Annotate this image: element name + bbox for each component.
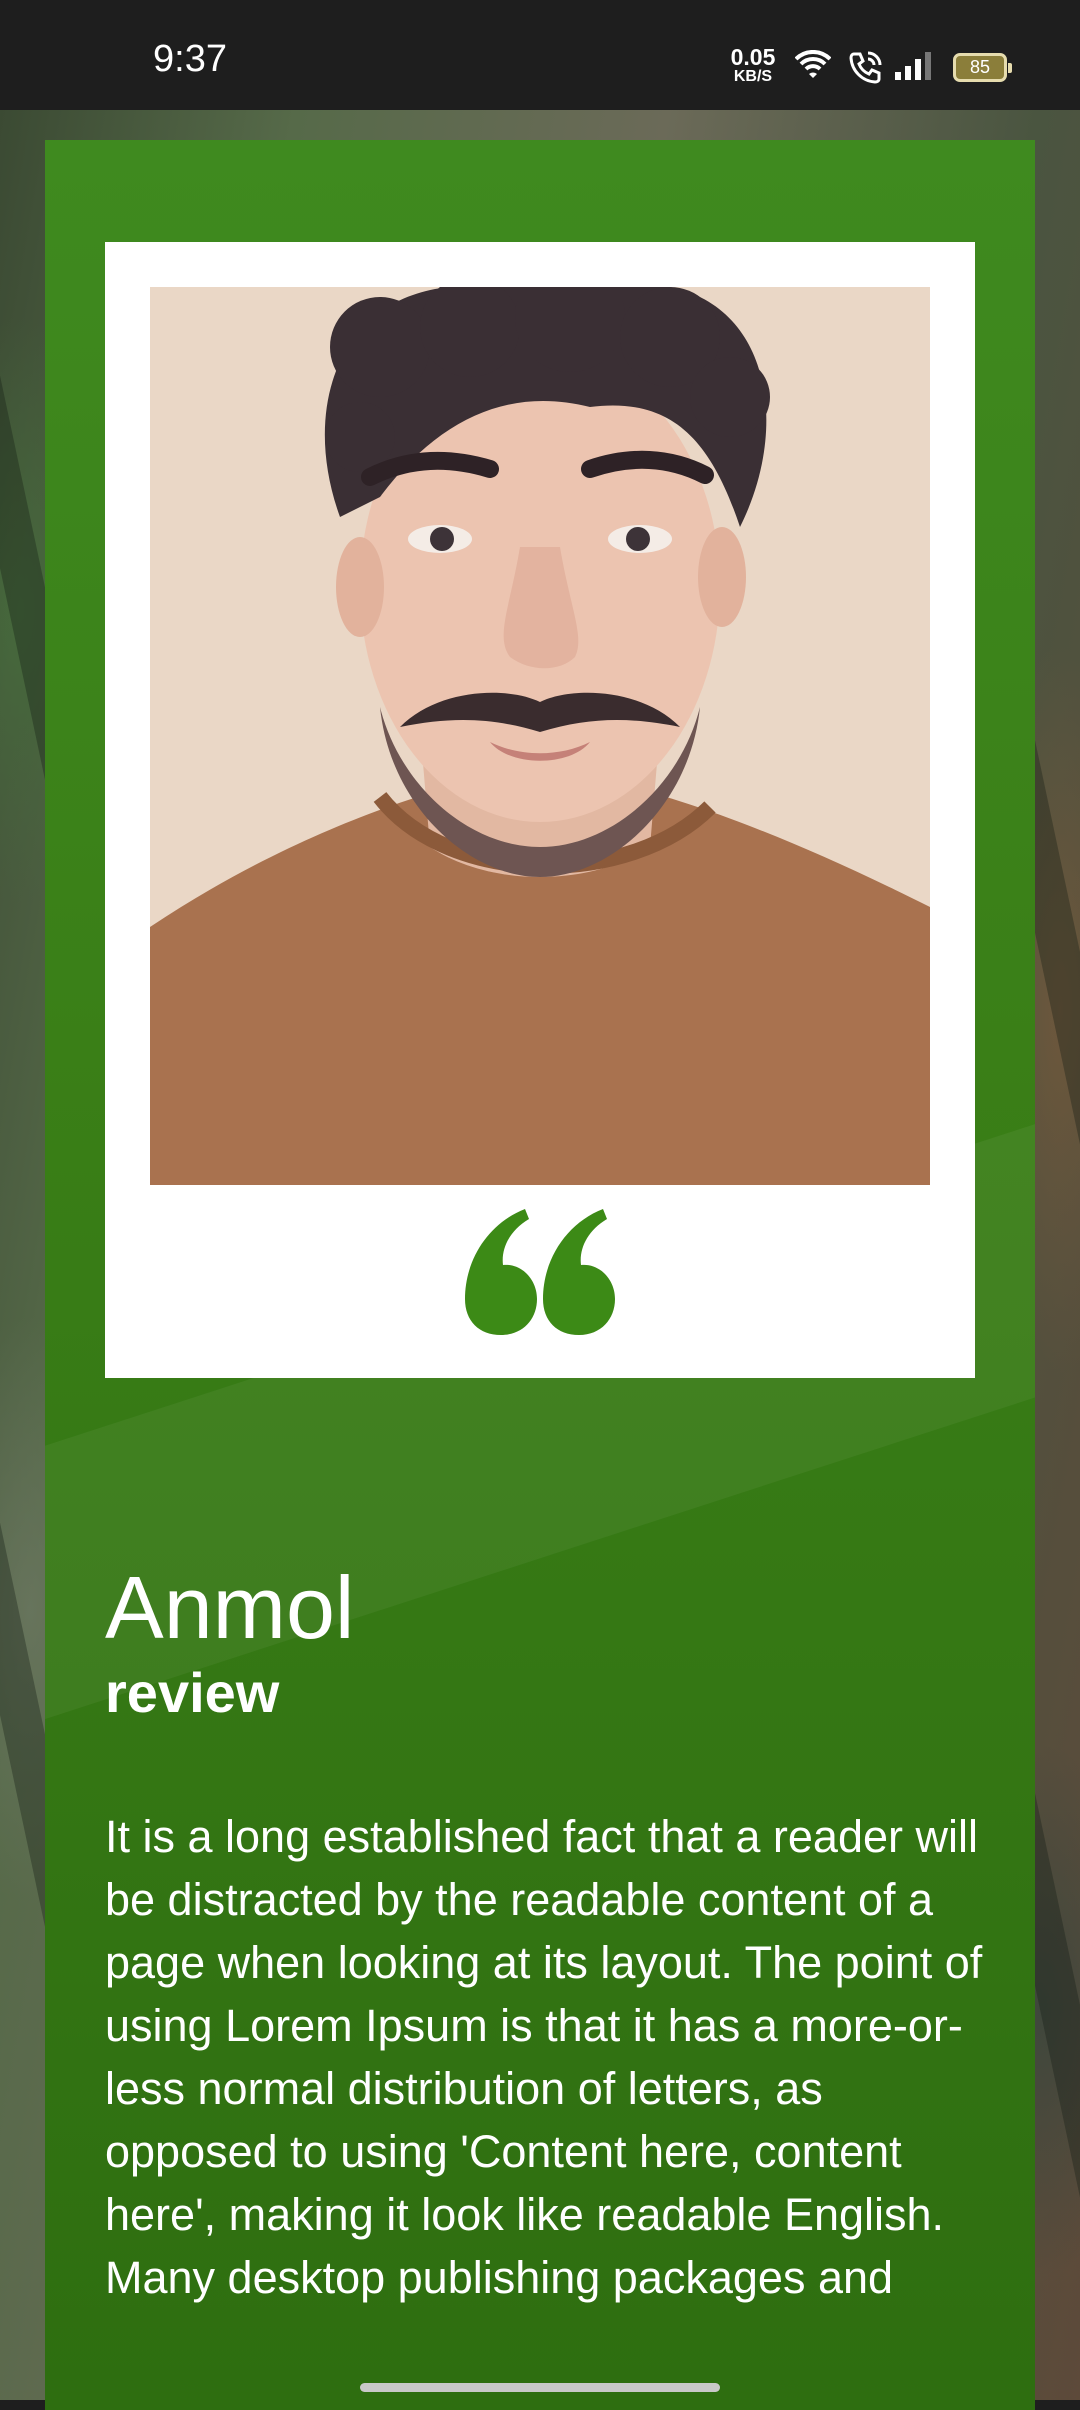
reviewer-photo: [150, 287, 930, 1185]
battery-level: 85: [969, 57, 991, 77]
network-speed-unit: KB/S: [733, 68, 773, 85]
review-card: Anmol review It is a long established fa…: [45, 140, 1035, 2410]
status-bar: 9:37 0.05 KB/S 85: [0, 0, 1080, 110]
network-speed: 0.05 KB/S: [724, 46, 782, 85]
review-text: It is a long established fact that a rea…: [105, 1811, 983, 2303]
call-icon: [849, 51, 882, 84]
quote-icon: [105, 1192, 975, 1352]
status-time: 9:37: [153, 38, 227, 80]
home-indicator[interactable]: [360, 2383, 720, 2392]
wifi-icon: [795, 50, 831, 78]
reviewer-name: Anmol: [105, 1558, 355, 1657]
battery-icon: 85: [953, 53, 1012, 82]
signal-icon: [895, 52, 931, 80]
reviewer-portrait: [150, 287, 930, 1185]
photo-frame: [105, 242, 975, 1378]
network-speed-value: 0.05: [730, 44, 776, 70]
review-subtitle: review: [105, 1661, 280, 1724]
